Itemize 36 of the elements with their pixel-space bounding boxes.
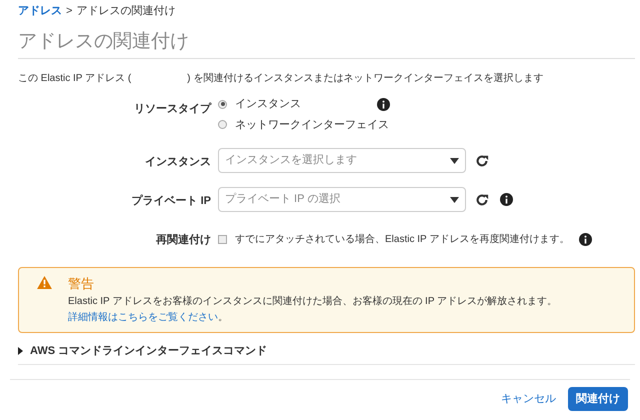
description-text: ) を関連付けるインスタンスまたはネットワークインターフェイスを選択します [187,72,544,86]
field-label: インスタンス [145,156,211,168]
cli-section-toggle[interactable]: AWS コマンドラインインターフェイスコマンド [30,342,268,359]
field-label: リソースタイプ [134,103,211,115]
dropdown-caret-icon [450,158,459,164]
warning-text-end: 。 [218,312,228,322]
select-field[interactable]: インスタンスを選択します [218,148,466,173]
associate-button[interactable]: 関連付け [568,387,628,411]
checkbox-label[interactable]: すでにアタッチされている場合、Elastic IP アドレスを再度関連付けます。 [235,232,570,246]
breadcrumb-separator: > [66,4,72,19]
warning-title: 警告 [68,275,95,293]
placeholder-text: インスタンスを選択します [225,153,357,168]
expand-caret-icon[interactable] [18,346,23,355]
dropdown-caret-icon [450,196,459,202]
radio-button[interactable] [218,100,227,109]
checkbox[interactable] [218,234,227,244]
placeholder-text: プライベート IP の選択 [225,192,340,208]
radio-label[interactable]: インスタンス [235,96,301,112]
radio-label[interactable]: ネットワークインターフェイス [235,116,389,133]
details-link[interactable]: 詳細情報はこちらをご覧ください [68,312,218,322]
field-label: プライベート IP [132,194,211,206]
radio-button[interactable] [218,120,227,130]
field-label: 再関連付け [156,234,211,246]
refresh-icon[interactable] [475,154,489,168]
warning-icon [37,276,52,289]
select-field[interactable]: プライベート IP の選択 [218,187,466,212]
info-icon[interactable] [377,98,390,111]
warning-text: Elastic IP アドレスをお客様のインスタンスに関連付けた場合、お客様の現在の IP アドレスが解放されます。 [68,296,558,306]
cancel-button[interactable]: キャンセル [499,390,558,408]
refresh-icon[interactable] [475,192,489,206]
breadcrumb-current: アドレスの関連付け [76,4,176,19]
breadcrumb-link[interactable]: アドレス [18,3,62,20]
info-icon[interactable] [579,232,592,246]
info-icon[interactable] [500,193,513,206]
page-title: アドレスの関連付け [18,30,189,52]
description-text: この Elastic IP アドレス ( [18,72,132,86]
